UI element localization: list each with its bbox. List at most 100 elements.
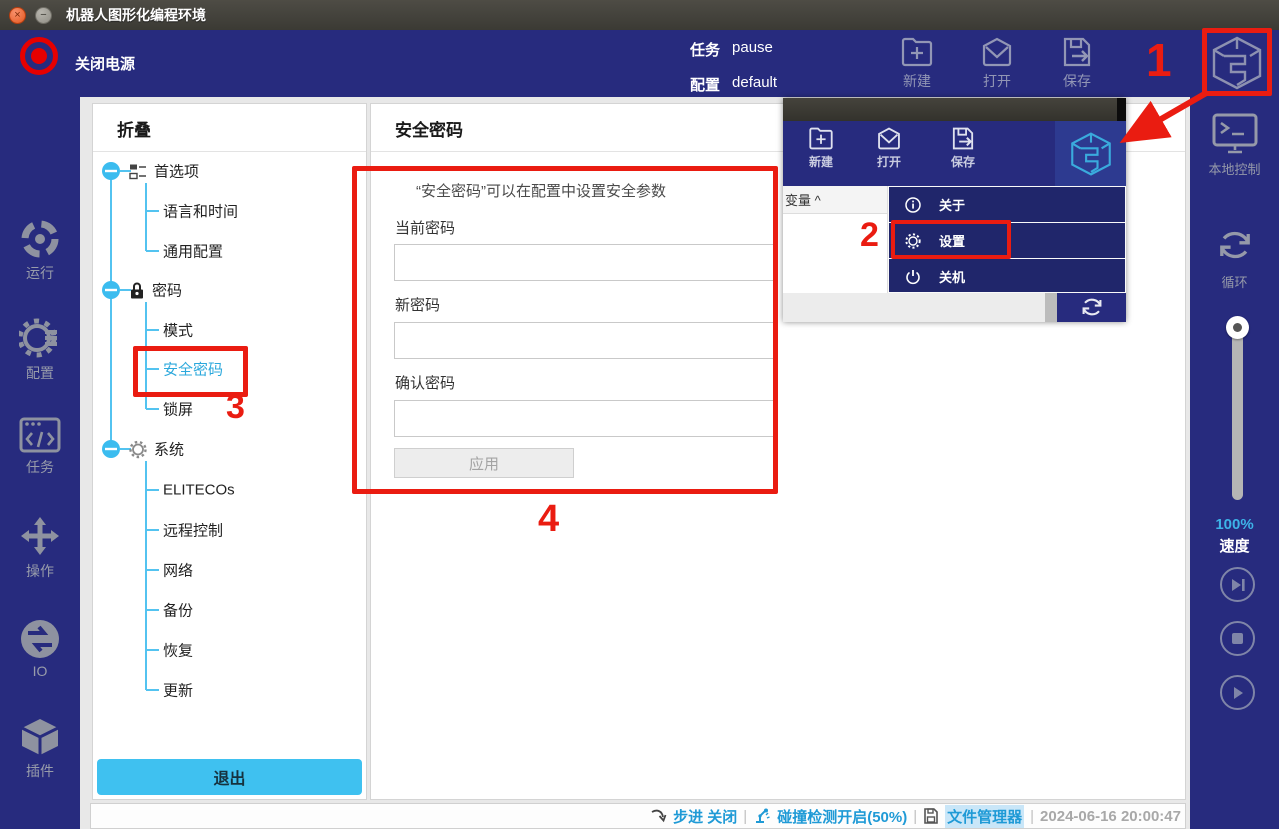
confirm-password-input[interactable] — [394, 400, 775, 437]
operate-move-icon — [19, 515, 61, 557]
clock: 2024-06-16 20:00:47 — [1040, 808, 1181, 825]
preferences-icon — [129, 163, 147, 179]
loop-icon — [1077, 293, 1107, 321]
open-icon — [876, 126, 902, 151]
speed-slider-thumb[interactable] — [1226, 316, 1249, 339]
sidebar-item-config[interactable]: 配置 — [0, 317, 80, 383]
save-label: 保存 — [1045, 71, 1109, 91]
confirm-password-label: 确认密码 — [395, 372, 455, 393]
settings-label: 设置 — [939, 231, 965, 250]
inset-new-button[interactable]: 新建 — [793, 126, 849, 170]
right-sidebar: 本地控制 循环 100% 速度 — [1190, 97, 1279, 829]
separator: | — [913, 808, 917, 825]
separator: | — [743, 808, 747, 825]
save-button[interactable]: 保存 — [1045, 36, 1109, 91]
step-status[interactable]: 步进 关闭 — [673, 806, 737, 827]
tree-node-password[interactable]: 密码 — [129, 280, 182, 301]
inset-open-button[interactable]: 打开 — [861, 126, 917, 170]
collision-status[interactable]: 碰撞检测开启(50%) — [777, 806, 907, 827]
inset-open-label: 打开 — [861, 153, 917, 170]
separator: | — [1030, 808, 1034, 825]
config-value: default — [732, 74, 777, 95]
menu-item-settings[interactable]: 设置 — [889, 223, 1125, 258]
sidebar-item-plugin[interactable]: 插件 — [0, 717, 80, 781]
task-value: pause — [732, 39, 773, 60]
tree-node-safety-password[interactable]: 安全密码 — [163, 359, 223, 380]
new-folder-icon — [808, 126, 834, 151]
task-code-icon — [19, 417, 61, 453]
inset-save-button[interactable]: 保存 — [935, 126, 991, 170]
apply-button[interactable]: 应用 — [394, 448, 574, 478]
tree-node-backup[interactable]: 备份 — [163, 600, 193, 621]
menu-item-about[interactable]: 关于 — [889, 187, 1125, 222]
new-password-input[interactable] — [394, 322, 775, 359]
slider-thumb-dot — [1233, 323, 1242, 332]
task-label: 任务 — [690, 39, 720, 60]
play-icon — [1231, 686, 1245, 700]
app-logo-icon-active — [1069, 131, 1113, 177]
power-icon — [905, 269, 921, 285]
inset-titlebar — [783, 98, 1126, 121]
exit-button[interactable]: 退出 — [97, 759, 362, 795]
os-titlebar: × − 机器人图形化编程环境 — [0, 0, 1279, 30]
play-button[interactable] — [1220, 675, 1255, 710]
tree-node-mode[interactable]: 模式 — [163, 320, 193, 341]
menu-item-shutdown[interactable]: 关机 — [889, 259, 1125, 294]
operate-label: 操作 — [0, 561, 80, 581]
plugin-cube-icon — [19, 717, 61, 757]
task-label: 任务 — [0, 457, 80, 477]
info-icon — [905, 197, 921, 213]
current-password-input[interactable] — [394, 244, 775, 281]
app-logo-icon[interactable] — [1210, 35, 1264, 91]
new-label: 新建 — [885, 71, 949, 91]
tree-node-update[interactable]: 更新 — [163, 680, 193, 701]
speed-slider-track[interactable] — [1232, 320, 1243, 500]
loop-button[interactable]: 循环 — [1190, 223, 1279, 291]
run-label: 运行 — [0, 263, 80, 283]
speed-label: 速度 — [1190, 535, 1279, 556]
menu-popup-inset: 新建 打开 保存 变量 ^ — [783, 98, 1126, 322]
plugin-label: 插件 — [0, 761, 80, 781]
settings-tree-panel: 折叠 首选项 语言和时间 通用配置 密码 模式 安全密码 锁屏 — [92, 103, 367, 800]
inset-save-label: 保存 — [935, 153, 991, 170]
open-icon — [980, 36, 1014, 68]
tree-node-elitecos[interactable]: ELITECOs — [163, 482, 235, 499]
tree-node-language-time[interactable]: 语言和时间 — [163, 201, 238, 222]
inset-new-label: 新建 — [793, 153, 849, 170]
tree-node-preferences[interactable]: 首选项 — [129, 161, 199, 182]
settings-gear-icon — [905, 233, 921, 249]
tree-node-general-config[interactable]: 通用配置 — [163, 241, 223, 262]
speed-value: 100% — [1190, 516, 1279, 533]
tree-node-lock-screen[interactable]: 锁屏 — [163, 399, 193, 420]
io-icon — [20, 619, 60, 659]
sidebar-item-operate[interactable]: 操作 — [0, 515, 80, 581]
file-manager-button[interactable]: 文件管理器 — [945, 805, 1024, 828]
new-password-label: 新密码 — [395, 294, 440, 315]
local-control-button[interactable]: 本地控制 — [1190, 112, 1279, 178]
preferences-label: 首选项 — [154, 161, 199, 182]
save-icon — [1060, 36, 1094, 68]
local-control-icon — [1211, 112, 1259, 154]
sidebar-item-io[interactable]: IO — [0, 619, 80, 679]
tree-node-system[interactable]: 系统 — [129, 439, 184, 460]
window-close-button[interactable]: × — [9, 7, 26, 24]
inset-variables-panel-header: 变量 ^ — [783, 186, 888, 214]
status-bar: 步进 关闭 | 碰撞检测开启(50%) | 文件管理器 | 2024-06-16… — [90, 803, 1186, 829]
stop-button[interactable] — [1220, 621, 1255, 656]
window-minimize-button[interactable]: − — [35, 7, 52, 24]
local-control-label: 本地控制 — [1190, 159, 1279, 178]
step-forward-button[interactable] — [1220, 567, 1255, 602]
new-button[interactable]: 新建 — [885, 36, 949, 91]
tree-node-restore[interactable]: 恢复 — [163, 640, 193, 661]
inset-logo-cell[interactable] — [1055, 121, 1126, 186]
config-gear-icon — [19, 317, 61, 359]
safety-password-description: “安全密码”可以在配置中设置安全参数 — [416, 180, 666, 201]
power-off-button[interactable] — [20, 37, 58, 75]
open-button[interactable]: 打开 — [965, 36, 1029, 91]
sidebar-item-run[interactable]: 运行 — [0, 219, 80, 283]
config-label: 配置 — [690, 74, 720, 95]
tree-node-network[interactable]: 网络 — [163, 560, 193, 581]
inset-header: 新建 打开 保存 — [783, 121, 1126, 186]
sidebar-item-task[interactable]: 任务 — [0, 417, 80, 477]
tree-node-remote-control[interactable]: 远程控制 — [163, 520, 223, 541]
